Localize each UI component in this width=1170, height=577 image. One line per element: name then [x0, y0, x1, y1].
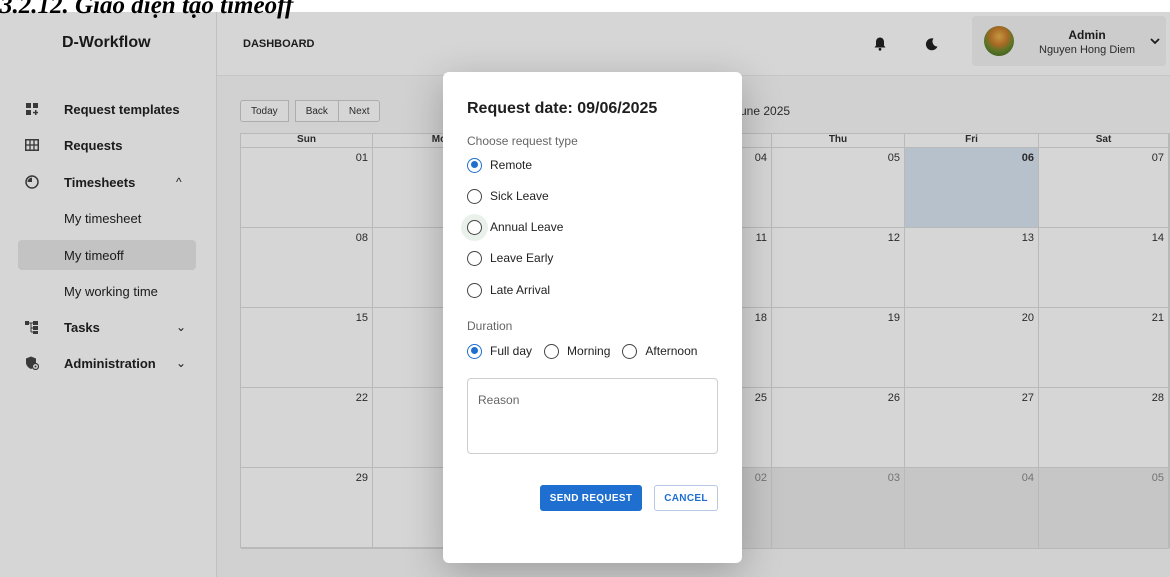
radio-button[interactable]: [467, 282, 482, 298]
radio-button[interactable]: [544, 343, 560, 359]
radio-label: Annual Leave: [490, 220, 564, 234]
duration-label: Duration: [467, 319, 513, 333]
radio-annual-leave[interactable]: Annual Leave: [467, 218, 563, 236]
request-dialog: Request date: 09/06/2025 Choose request …: [443, 72, 742, 563]
radio-afternoon[interactable]: Afternoon: [622, 343, 698, 359]
radio-sick-leave[interactable]: Sick Leave: [467, 187, 549, 205]
radio-button-checked[interactable]: [467, 157, 482, 173]
cancel-button[interactable]: CANCEL: [654, 485, 718, 511]
duration-radio-group: Full day Morning Afternoon: [467, 342, 709, 360]
dialog-title: Request date: 09/06/2025: [467, 100, 658, 117]
document-heading: 3.2.12. Giao diện tạo timeoff: [0, 0, 294, 19]
radio-full-day[interactable]: Full day: [467, 343, 533, 359]
radio-button[interactable]: [467, 188, 482, 204]
radio-label: Leave Early: [490, 251, 554, 265]
radio-button-checked[interactable]: [467, 343, 482, 359]
radio-label: Morning: [567, 344, 611, 358]
send-request-button[interactable]: SEND REQUEST: [540, 485, 642, 511]
radio-label: Full day: [490, 344, 533, 358]
radio-label: Late Arrival: [490, 283, 551, 297]
radio-label: Remote: [490, 158, 533, 172]
radio-leave-early[interactable]: Leave Early: [467, 249, 553, 267]
radio-remote[interactable]: Remote: [467, 156, 532, 174]
radio-button[interactable]: [467, 250, 482, 266]
radio-morning[interactable]: Morning: [544, 343, 611, 359]
radio-button[interactable]: [467, 219, 482, 235]
radio-label: Sick Leave: [490, 189, 549, 203]
request-type-label: Choose request type: [467, 134, 578, 148]
radio-late-arrival[interactable]: Late Arrival: [467, 281, 550, 299]
reason-textarea[interactable]: [467, 378, 718, 454]
radio-label: Afternoon: [645, 344, 698, 358]
radio-button[interactable]: [622, 343, 638, 359]
app-window: D-Workflow Request templates Requests Ti…: [0, 12, 1170, 577]
